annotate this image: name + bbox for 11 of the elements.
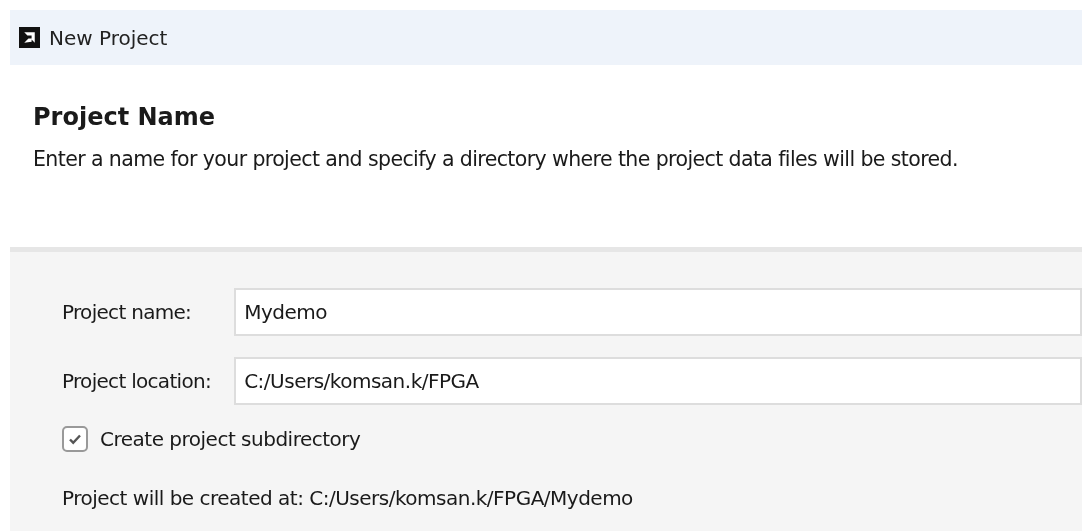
window-title: New Project <box>49 25 168 50</box>
field-label: Project location: <box>62 369 212 393</box>
checkbox-label: Create project subdirectory <box>100 427 361 451</box>
text-field[interactable]: C:/Users/komsan.k/FPGA <box>234 357 1082 405</box>
page-description: Enter a name for your project and specify a directory where the project data files will be stored. <box>33 147 959 171</box>
text-field[interactable]: Mydemo <box>234 288 1082 336</box>
checkbox[interactable] <box>62 426 88 452</box>
field-label: Project name: <box>62 300 193 324</box>
page-heading: Project Name <box>33 103 217 131</box>
app-logo-icon <box>19 27 40 48</box>
result-text: Project will be created at: C:/Users/komsan.k/FPGA/Mydemo <box>62 486 634 510</box>
